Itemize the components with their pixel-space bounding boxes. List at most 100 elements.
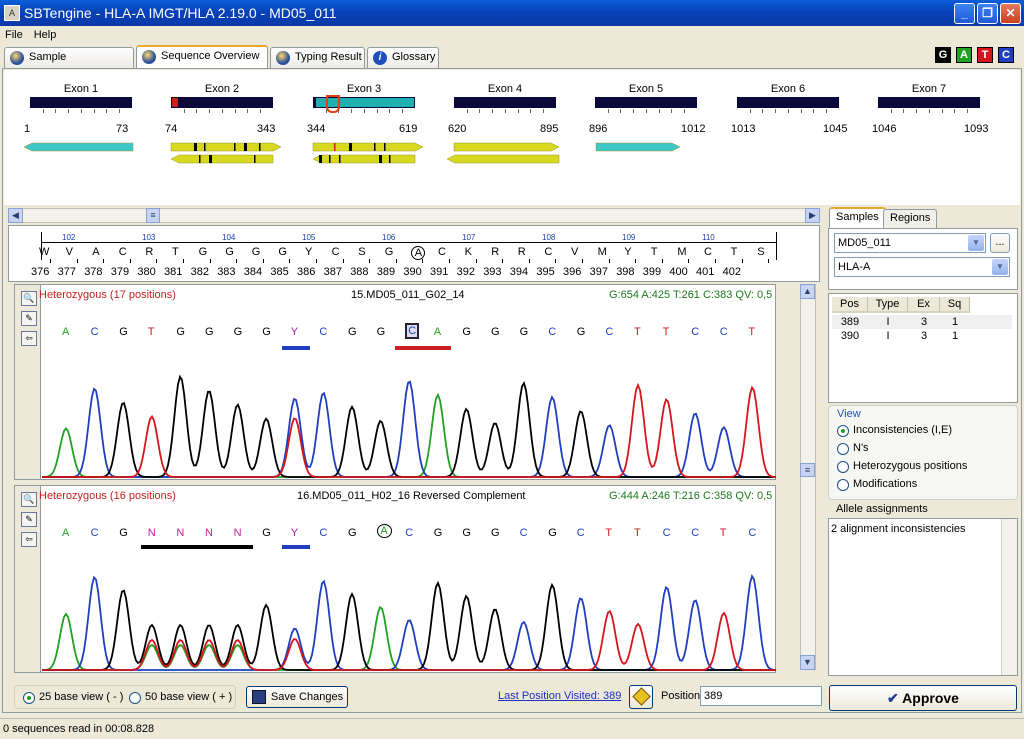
sample-select[interactable]: MD05_011 ▼ xyxy=(834,233,986,253)
label-25-base[interactable]: 25 base view ( - ) xyxy=(39,691,123,703)
radio-25-base[interactable] xyxy=(23,692,35,704)
base-call[interactable]: C xyxy=(548,326,556,338)
base-call[interactable]: T xyxy=(748,326,755,338)
base-call[interactable]: G xyxy=(491,326,500,338)
view-radio[interactable] xyxy=(837,425,849,437)
scroll-thumb[interactable]: ≡ xyxy=(146,208,160,223)
table-header[interactable]: Pos xyxy=(832,297,868,313)
base-call[interactable]: G xyxy=(577,326,586,338)
scroll-right-button[interactable]: ▶ xyxy=(805,208,820,223)
base-call[interactable]: G xyxy=(520,326,529,338)
base-call[interactable]: A xyxy=(62,326,69,338)
tab-regions[interactable]: Regions xyxy=(883,209,938,228)
base-call[interactable]: C xyxy=(577,527,585,539)
base-call[interactable]: T xyxy=(663,326,670,338)
exon-bar[interactable] xyxy=(737,97,839,113)
menu-help[interactable]: Help xyxy=(29,26,63,41)
base-call[interactable]: G xyxy=(434,527,443,539)
table-row[interactable]: 389 I 3 1 xyxy=(832,315,1012,329)
arrow-left-icon[interactable]: ⇦ xyxy=(21,331,37,346)
view-radio[interactable] xyxy=(837,479,849,491)
approve-button[interactable]: ✔ Approve xyxy=(829,685,1017,711)
horizontal-scrollbar[interactable]: ◀ ≡ ▶ xyxy=(8,208,820,223)
view-option-label[interactable]: Heterozygous positions xyxy=(853,460,967,472)
chevron-down-icon[interactable]: ▼ xyxy=(992,259,1008,275)
position-input[interactable]: 389 xyxy=(700,686,822,706)
base-call[interactable]: G xyxy=(176,326,185,338)
base-call[interactable]: T xyxy=(148,326,155,338)
exon-bar[interactable] xyxy=(171,97,273,113)
base-call[interactable]: N xyxy=(148,527,156,539)
base-call[interactable]: G xyxy=(491,527,500,539)
zoom-icon[interactable]: 🔍 xyxy=(21,291,37,306)
edit-icon[interactable]: ✎ xyxy=(21,512,37,527)
base-call[interactable]: C xyxy=(91,326,99,338)
base-call[interactable]: C xyxy=(405,527,413,539)
base-call[interactable]: G xyxy=(548,527,557,539)
base-call[interactable]: Y xyxy=(291,326,298,338)
minimize-button[interactable]: _ xyxy=(954,3,975,24)
goto-position-button[interactable] xyxy=(629,685,653,709)
close-button[interactable]: ✕ xyxy=(1000,3,1021,24)
locus-select[interactable]: HLA-A ▼ xyxy=(834,257,1010,277)
table-header[interactable]: Type xyxy=(868,297,908,313)
base-call[interactable]: G xyxy=(262,527,271,539)
base-call[interactable]: G xyxy=(462,326,471,338)
exon-bar[interactable] xyxy=(595,97,697,113)
base-call[interactable]: C xyxy=(720,326,728,338)
base-call[interactable]: G xyxy=(205,326,214,338)
base-call[interactable]: C xyxy=(319,326,327,338)
base-call[interactable]: G xyxy=(119,326,128,338)
exon-bar[interactable] xyxy=(878,97,980,113)
table-header[interactable]: Sq xyxy=(940,297,970,313)
tab-glossary[interactable]: i Glossary xyxy=(367,47,439,68)
base-call[interactable]: G xyxy=(462,527,471,539)
vertical-scrollbar[interactable]: ▲ ≡ ▼ xyxy=(800,284,816,670)
base-call[interactable]: C xyxy=(319,527,327,539)
scroll-up-button[interactable]: ▲ xyxy=(800,284,815,299)
base-call[interactable]: T xyxy=(634,326,641,338)
tab-samples[interactable]: Samples xyxy=(829,207,886,229)
base-call[interactable]: C xyxy=(91,527,99,539)
base-call[interactable]: Y xyxy=(291,527,298,539)
base-call[interactable]: G xyxy=(262,326,271,338)
view-option-label[interactable]: Modifications xyxy=(853,478,917,490)
allele-scrollbar[interactable] xyxy=(1001,519,1017,675)
table-header[interactable]: Ex xyxy=(908,297,940,313)
menu-file[interactable]: File xyxy=(0,26,29,41)
exon3-cursor[interactable] xyxy=(326,95,340,113)
base-call[interactable]: T xyxy=(634,527,641,539)
radio-50-base[interactable] xyxy=(129,692,141,704)
save-changes-button[interactable]: Save Changes xyxy=(246,686,348,708)
view-option-label[interactable]: Inconsistencies (I,E) xyxy=(853,424,952,436)
base-call[interactable]: C xyxy=(405,323,420,339)
base-call[interactable]: G xyxy=(348,527,357,539)
base-call[interactable]: A xyxy=(62,527,69,539)
vertical-scroll-thumb[interactable]: ≡ xyxy=(800,463,815,477)
base-call[interactable]: N xyxy=(205,527,213,539)
label-50-base[interactable]: 50 base view ( + ) xyxy=(145,691,232,703)
base-call[interactable]: C xyxy=(691,527,699,539)
exon-bar[interactable] xyxy=(454,97,556,113)
maximize-button[interactable]: ❐ xyxy=(977,3,998,24)
tab-typing-result[interactable]: Typing Result xyxy=(270,47,365,68)
scroll-down-button[interactable]: ▼ xyxy=(800,655,815,670)
tab-sequence-overview[interactable]: Sequence Overview xyxy=(136,45,268,69)
base-call[interactable]: G xyxy=(348,326,357,338)
chevron-down-icon[interactable]: ▼ xyxy=(968,235,984,251)
base-call[interactable]: A xyxy=(434,326,441,338)
tab-sample-management[interactable]: Sample Management xyxy=(4,47,134,82)
base-call[interactable]: C xyxy=(520,527,528,539)
zoom-icon[interactable]: 🔍 xyxy=(21,492,37,507)
table-row[interactable]: 390 I 3 1 xyxy=(832,329,1012,343)
view-radio[interactable] xyxy=(837,443,849,455)
base-call[interactable]: N xyxy=(234,527,242,539)
scroll-left-button[interactable]: ◀ xyxy=(8,208,23,223)
arrow-left-icon[interactable]: ⇦ xyxy=(21,532,37,547)
browse-button[interactable]: ... xyxy=(990,233,1010,253)
view-option-label[interactable]: N's xyxy=(853,442,869,454)
exon-bar[interactable] xyxy=(30,97,132,113)
base-call[interactable]: G xyxy=(234,326,243,338)
view-radio[interactable] xyxy=(837,461,849,473)
base-call[interactable]: A xyxy=(376,524,392,538)
